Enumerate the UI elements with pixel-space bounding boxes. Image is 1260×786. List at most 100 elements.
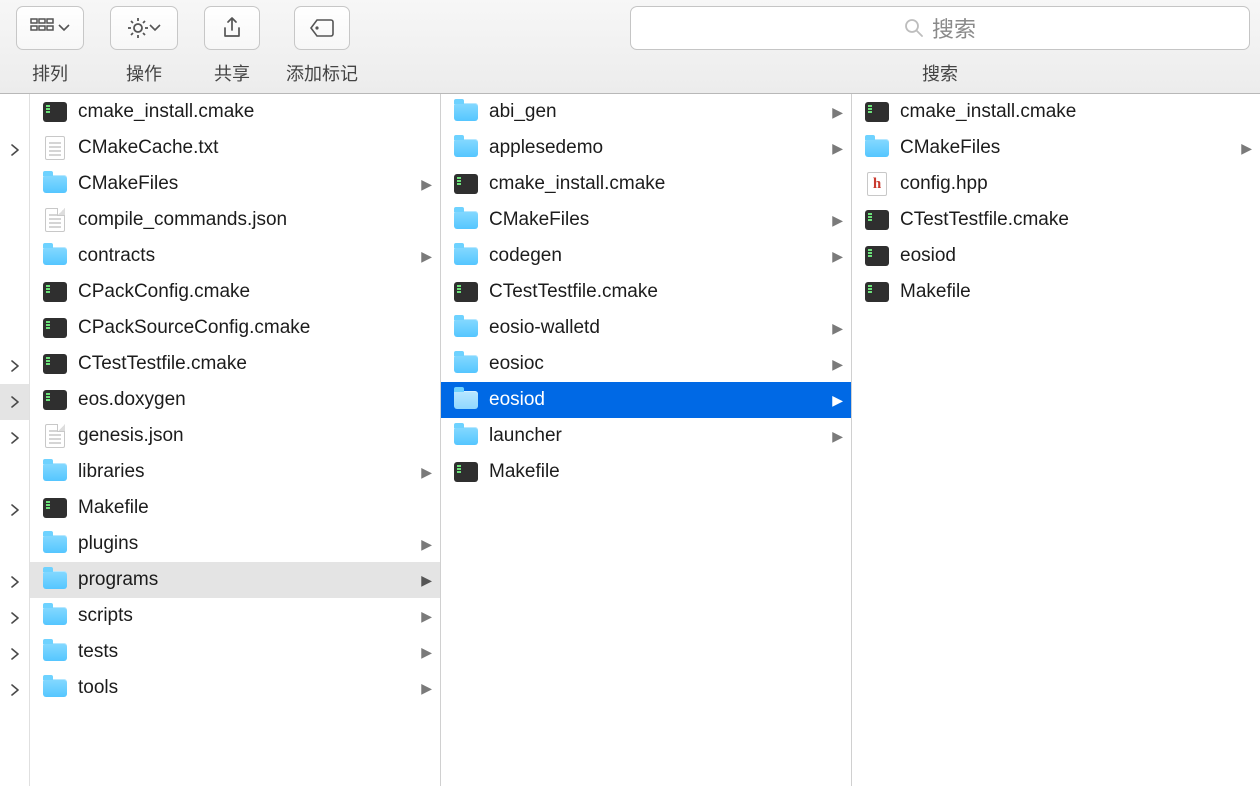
file-name: libraries [78,461,408,483]
chevron-right-icon: ▶ [418,176,432,193]
arrange-button[interactable] [16,6,84,50]
file-name: CMakeFiles [489,209,819,231]
list-item[interactable]: eosiod▶ [441,382,851,418]
list-item[interactable]: compile_commands.json [30,202,440,238]
chevron-right-icon: ▶ [829,104,843,121]
column-view: cmake_install.cmake CMakeCache.txt CMakeFi… [0,94,1260,786]
file-name: CTestTestfile.cmake [489,281,819,303]
list-item[interactable]: CMakeFiles▶ [441,202,851,238]
file-name: CPackSourceConfig.cmake [78,317,408,339]
list-item[interactable]: CTestTestfile.cmake [30,346,440,382]
search-placeholder: 搜索 [932,12,976,44]
list-item[interactable]: cmake_install.cmake [441,166,851,202]
arrange-group: 排列 [16,6,84,86]
list-item[interactable]: CMakeCache.txt [30,130,440,166]
folder-icon [453,351,479,377]
folder-icon [453,207,479,233]
chevron-right-icon: ▶ [418,536,432,553]
gear-icon [127,17,149,39]
list-item[interactable]: programs▶ [30,562,440,598]
folder-icon [42,639,68,665]
file-name: CTestTestfile.cmake [78,353,408,375]
file-name: CMakeFiles [900,137,1228,159]
folder-icon [42,531,68,557]
list-item[interactable]: contracts▶ [30,238,440,274]
search-group: 搜索 搜索 [630,6,1250,86]
list-item[interactable]: Makefile [852,274,1260,310]
history-arrow[interactable] [0,636,29,672]
list-item[interactable]: cmake_install.cmake [852,94,1260,130]
search-input[interactable]: 搜索 [630,6,1250,50]
folder-icon [453,99,479,125]
list-item[interactable]: tools▶ [30,670,440,706]
chevron-down-icon [58,23,70,33]
arrange-label: 排列 [32,60,68,86]
share-button[interactable] [204,6,260,50]
list-item[interactable]: codegen▶ [441,238,851,274]
list-item[interactable]: CPackConfig.cmake [30,274,440,310]
action-button[interactable] [110,6,178,50]
chevron-right-icon: ▶ [418,644,432,661]
list-item[interactable]: scripts▶ [30,598,440,634]
chevron-right-icon: ▶ [418,572,432,589]
file-name: CMakeCache.txt [78,137,408,159]
list-item[interactable]: genesis.json [30,418,440,454]
list-item[interactable]: CTestTestfile.cmake [852,202,1260,238]
history-arrow[interactable] [0,132,29,168]
list-item[interactable]: launcher▶ [441,418,851,454]
chevron-right-icon: ▶ [829,392,843,409]
history-arrow[interactable] [0,420,29,456]
list-item[interactable]: applesedemo▶ [441,130,851,166]
search-icon [904,18,924,38]
exec-icon [42,99,68,125]
list-item[interactable]: CPackSourceConfig.cmake [30,310,440,346]
list-item[interactable]: eosiod [852,238,1260,274]
file-name: plugins [78,533,408,555]
list-item[interactable]: CTestTestfile.cmake [441,274,851,310]
chevron-right-icon: ▶ [418,608,432,625]
folder-icon [42,603,68,629]
file-name: Makefile [489,461,819,483]
list-item[interactable]: CMakeFiles▶ [30,166,440,202]
file-name: config.hpp [900,173,1228,195]
exec-icon [453,171,479,197]
file-name: CTestTestfile.cmake [900,209,1228,231]
list-item[interactable]: eos.doxygen [30,382,440,418]
history-arrow[interactable] [0,348,29,384]
column-3[interactable]: cmake_install.cmakeCMakeFiles▶hconfig.hp… [852,94,1260,786]
list-item[interactable]: abi_gen▶ [441,94,851,130]
chevron-right-icon: ▶ [829,428,843,445]
column-1[interactable]: cmake_install.cmake CMakeCache.txt CMakeFi… [30,94,441,786]
share-label: 共享 [214,60,250,86]
list-item[interactable]: tests▶ [30,634,440,670]
list-item[interactable]: plugins ▶ [30,526,440,562]
column-2[interactable]: abi_gen▶applesedemo▶cmake_install.cmakeC… [441,94,852,786]
exec-icon [453,279,479,305]
list-item[interactable]: CMakeFiles▶ [852,130,1260,166]
chevron-right-icon: ▶ [418,248,432,265]
history-arrow[interactable] [0,564,29,600]
folder-icon [453,135,479,161]
exec-icon [864,279,890,305]
history-arrow[interactable] [0,600,29,636]
list-item[interactable]: cmake_install.cmake [30,94,440,130]
exec-icon [42,351,68,377]
history-arrow[interactable] [0,384,29,420]
list-item[interactable]: eosioc▶ [441,346,851,382]
list-item[interactable]: eosio-walletd▶ [441,310,851,346]
file-name: tools [78,677,408,699]
tag-button[interactable] [294,6,350,50]
folder-icon [42,171,68,197]
list-item[interactable]: Makefile [441,454,851,490]
history-arrow[interactable] [0,672,29,708]
share-group: 共享 [204,6,260,86]
list-item[interactable]: Makefile [30,490,440,526]
list-item[interactable]: libraries▶ [30,454,440,490]
search-label: 搜索 [922,60,958,86]
list-item[interactable]: hconfig.hpp [852,166,1260,202]
file-name: genesis.json [78,425,408,447]
folder-icon [42,459,68,485]
file-name: eos.doxygen [78,389,408,411]
exec-icon [42,279,68,305]
history-arrow[interactable] [0,492,29,528]
